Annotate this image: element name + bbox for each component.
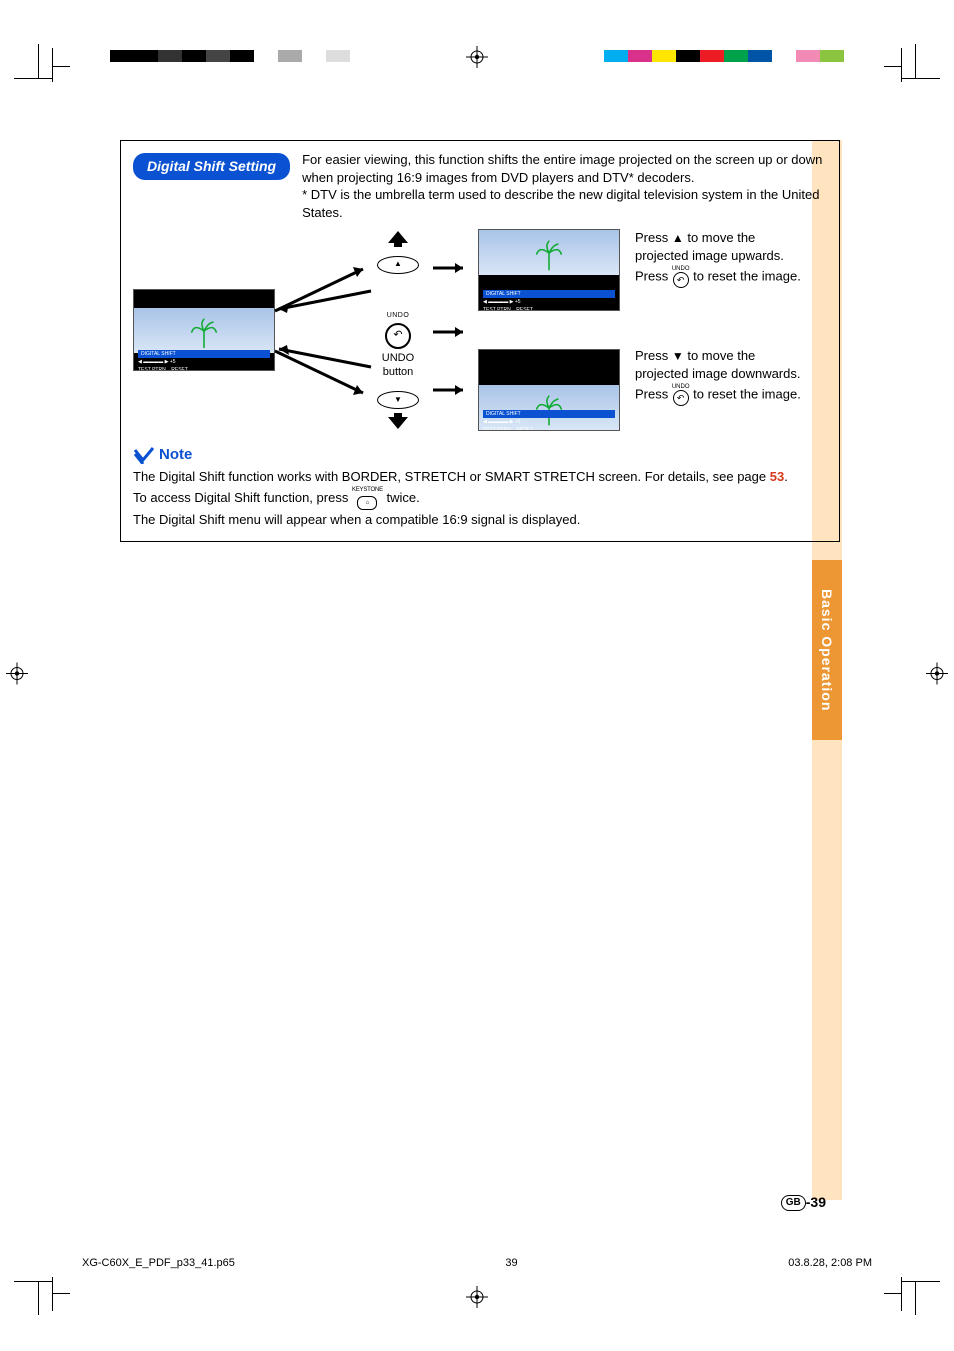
- arrow-left-bottom-icon: [273, 329, 373, 369]
- crop-mark-top-right: [890, 44, 940, 94]
- down-button-graphic: ▼: [373, 389, 423, 436]
- section-tab-label: Basic Operation: [819, 589, 835, 711]
- keystone-button-icon: KEYSTONE⌂: [352, 487, 383, 510]
- content-area: Digital Shift Setting For easier viewing…: [120, 140, 840, 542]
- note-body: The Digital Shift function works with BO…: [133, 467, 827, 529]
- arrow-up-bold-icon: [384, 229, 412, 249]
- triangle-up-icon: ▲: [672, 230, 684, 247]
- crop-tick-bottom-left: [52, 1277, 70, 1311]
- intro-paragraph: For easier viewing, this function shifts…: [302, 151, 827, 186]
- arrow-right-icon: [433, 383, 473, 397]
- color-bar: [604, 50, 844, 62]
- undo-icon: UNDO↶: [672, 384, 690, 407]
- undo-button-label: UNDO button: [373, 351, 423, 381]
- caption-shift-down: Press ▼ to move the projected image down…: [635, 347, 805, 406]
- printer-marks-bottom: [0, 1265, 954, 1315]
- arrow-left-top-icon: [273, 289, 373, 329]
- arrow-right-icon: [433, 261, 473, 275]
- registration-mark-icon: [466, 46, 488, 73]
- screenshot-shifted-up: DIGITAL SHIFT ◀ ▬▬▬▬ ▶ +5 TEST PTRN RESE…: [478, 229, 620, 311]
- screenshot-center: DIGITAL SHIFT ◀ ▬▬▬▬ ▶ +5 TEST PTRN RESE…: [133, 289, 275, 371]
- undo-circle-button: ↶: [385, 323, 411, 349]
- heading-pill: Digital Shift Setting: [133, 153, 290, 180]
- registration-mark-left-icon: [6, 662, 28, 689]
- note-icon: [133, 446, 155, 464]
- intro-footnote: * DTV is the umbrella term used to descr…: [302, 186, 827, 221]
- oval-up-button: ▲: [377, 256, 419, 274]
- digital-shift-box: Digital Shift Setting For easier viewing…: [120, 140, 840, 542]
- arrow-down-bold-icon: [384, 411, 412, 431]
- registration-mark-icon: [466, 1286, 488, 1313]
- arrow-right-icon: [433, 325, 473, 339]
- page-number: GB-39: [781, 1194, 826, 1211]
- grayscale-bar: [110, 50, 350, 62]
- caption-shift-up: Press ▲ to move the projected image upwa…: [635, 229, 805, 288]
- up-button-graphic: ▲: [373, 229, 423, 276]
- note-heading: Note: [133, 445, 827, 465]
- diagram: DIGITAL SHIFT ◀ ▬▬▬▬ ▶ +5 TEST PTRN RESE…: [133, 229, 827, 439]
- undo-button-graphic: UNDO ↶ UNDO button: [373, 311, 423, 380]
- page-reference: 53: [770, 469, 784, 484]
- printer-marks-top: [0, 44, 954, 84]
- screenshot-shifted-down: DIGITAL SHIFT ◀ ▬▬▬▬ ▶ +5 TEST PTRN RESE…: [478, 349, 620, 431]
- registration-mark-right-icon: [926, 662, 948, 689]
- crop-mark-bottom-right: [890, 1265, 940, 1315]
- triangle-down-icon: ▼: [672, 348, 684, 365]
- crop-tick-top-left: [52, 48, 70, 82]
- oval-down-button: ▼: [377, 391, 419, 409]
- undo-icon: UNDO↶: [672, 266, 690, 289]
